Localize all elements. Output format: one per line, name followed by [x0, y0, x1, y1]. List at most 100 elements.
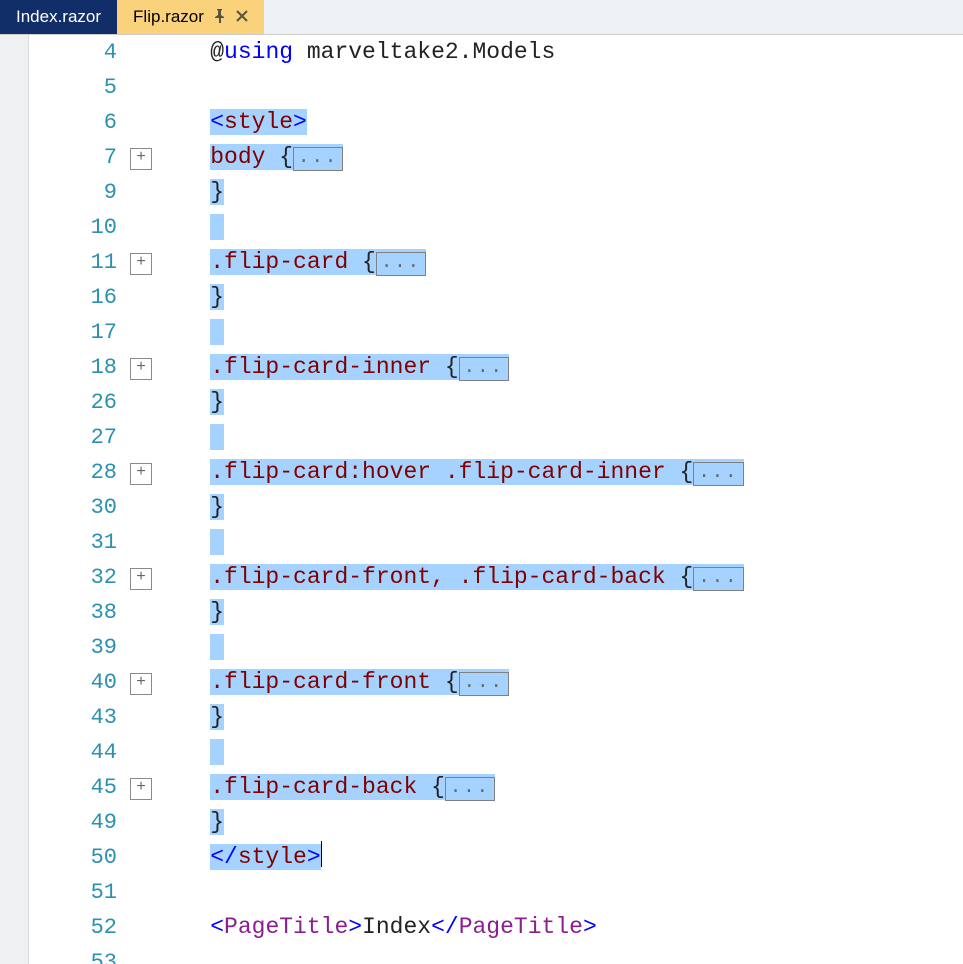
line-number: 30: [29, 490, 117, 525]
line-number: 4: [29, 35, 117, 70]
collapsed-region-icon[interactable]: ...: [376, 252, 426, 276]
collapsed-region-icon[interactable]: ...: [445, 777, 495, 801]
code-line[interactable]: [155, 735, 963, 770]
line-number: 44: [29, 735, 117, 770]
collapsed-region-icon[interactable]: ...: [459, 357, 509, 381]
outline-spacer[interactable]: [127, 210, 155, 245]
line-number: 11: [29, 245, 117, 280]
line-number: 26: [29, 385, 117, 420]
collapsed-region-icon[interactable]: ...: [459, 672, 509, 696]
code-line[interactable]: [155, 70, 963, 105]
code-line[interactable]: .flip-card-front, .flip-card-back {...: [155, 560, 963, 595]
code-line[interactable]: <style>: [155, 105, 963, 140]
expand-region-icon[interactable]: +: [130, 568, 152, 590]
expand-region-icon[interactable]: +: [130, 778, 152, 800]
code-line[interactable]: [155, 525, 963, 560]
outline-spacer[interactable]: [127, 525, 155, 560]
collapsed-region-icon[interactable]: ...: [693, 567, 743, 591]
code-line[interactable]: <PageTitle>Index</PageTitle>: [155, 910, 963, 945]
code-line[interactable]: }: [155, 490, 963, 525]
line-number: 38: [29, 595, 117, 630]
line-number: 10: [29, 210, 117, 245]
code-line[interactable]: .flip-card {...: [155, 245, 963, 280]
outline-spacer[interactable]: [127, 315, 155, 350]
outline-spacer[interactable]: [127, 385, 155, 420]
code-line[interactable]: .flip-card-inner {...: [155, 350, 963, 385]
line-number: 40: [29, 665, 117, 700]
tab-flip-razor[interactable]: Flip.razor: [117, 0, 264, 34]
outline-toggle[interactable]: +: [127, 455, 155, 490]
code-line[interactable]: }: [155, 175, 963, 210]
line-number: 6: [29, 105, 117, 140]
collapsed-region-icon[interactable]: ...: [293, 147, 343, 171]
line-number: 17: [29, 315, 117, 350]
code-line[interactable]: [155, 875, 963, 910]
code-line[interactable]: [155, 945, 963, 964]
close-icon[interactable]: [236, 10, 248, 25]
outline-toggle[interactable]: +: [127, 665, 155, 700]
line-number: 32: [29, 560, 117, 595]
code-line[interactable]: </style>: [155, 840, 963, 875]
outline-toggle[interactable]: +: [127, 770, 155, 805]
line-number: 39: [29, 630, 117, 665]
code-line[interactable]: .flip-card-back {...: [155, 770, 963, 805]
line-number: 49: [29, 805, 117, 840]
code-line[interactable]: @using marveltake2.Models: [155, 35, 963, 70]
outline-toggle[interactable]: +: [127, 245, 155, 280]
outline-toggle[interactable]: +: [127, 140, 155, 175]
code-area[interactable]: @using marveltake2.Models <style> body {…: [155, 35, 963, 964]
code-line[interactable]: [155, 420, 963, 455]
line-number: 45: [29, 770, 117, 805]
outline-toggle[interactable]: +: [127, 350, 155, 385]
expand-region-icon[interactable]: +: [130, 253, 152, 275]
outline-spacer[interactable]: [127, 595, 155, 630]
code-line[interactable]: }: [155, 595, 963, 630]
code-line[interactable]: [155, 210, 963, 245]
line-number: 16: [29, 280, 117, 315]
outline-spacer[interactable]: [127, 840, 155, 875]
code-line[interactable]: }: [155, 280, 963, 315]
outline-spacer[interactable]: [127, 35, 155, 70]
code-line[interactable]: [155, 630, 963, 665]
line-number: 28: [29, 455, 117, 490]
code-line[interactable]: [155, 315, 963, 350]
outline-spacer[interactable]: [127, 875, 155, 910]
line-number: 52: [29, 910, 117, 945]
expand-region-icon[interactable]: +: [130, 148, 152, 170]
outline-spacer[interactable]: [127, 70, 155, 105]
code-line[interactable]: }: [155, 700, 963, 735]
expand-region-icon[interactable]: +: [130, 358, 152, 380]
tab-label: Index.razor: [16, 7, 101, 27]
outline-spacer[interactable]: [127, 805, 155, 840]
code-line[interactable]: }: [155, 805, 963, 840]
outline-spacer[interactable]: [127, 735, 155, 770]
expand-region-icon[interactable]: +: [130, 673, 152, 695]
tab-index-razor[interactable]: Index.razor: [0, 0, 117, 34]
expand-region-icon[interactable]: +: [130, 463, 152, 485]
line-number: 50: [29, 840, 117, 875]
outline-spacer[interactable]: [127, 105, 155, 140]
outline-spacer[interactable]: [127, 945, 155, 964]
code-line[interactable]: .flip-card:hover .flip-card-inner {...: [155, 455, 963, 490]
line-number-gutter: 4567910111617182627283031323839404344454…: [29, 35, 127, 964]
outline-spacer[interactable]: [127, 175, 155, 210]
line-number: 51: [29, 875, 117, 910]
breakpoint-margin[interactable]: [0, 35, 29, 964]
outline-column: + + + + + + +: [127, 35, 155, 964]
outline-toggle[interactable]: +: [127, 560, 155, 595]
line-number: 9: [29, 175, 117, 210]
outline-spacer[interactable]: [127, 700, 155, 735]
code-line[interactable]: body {...: [155, 140, 963, 175]
code-line[interactable]: }: [155, 385, 963, 420]
outline-spacer[interactable]: [127, 420, 155, 455]
code-line[interactable]: .flip-card-front {...: [155, 665, 963, 700]
text-cursor: [321, 841, 322, 867]
outline-spacer[interactable]: [127, 490, 155, 525]
outline-spacer[interactable]: [127, 910, 155, 945]
tab-label: Flip.razor: [133, 7, 204, 27]
line-number: 5: [29, 70, 117, 105]
pin-icon[interactable]: [214, 9, 226, 26]
outline-spacer[interactable]: [127, 630, 155, 665]
outline-spacer[interactable]: [127, 280, 155, 315]
collapsed-region-icon[interactable]: ...: [693, 462, 743, 486]
